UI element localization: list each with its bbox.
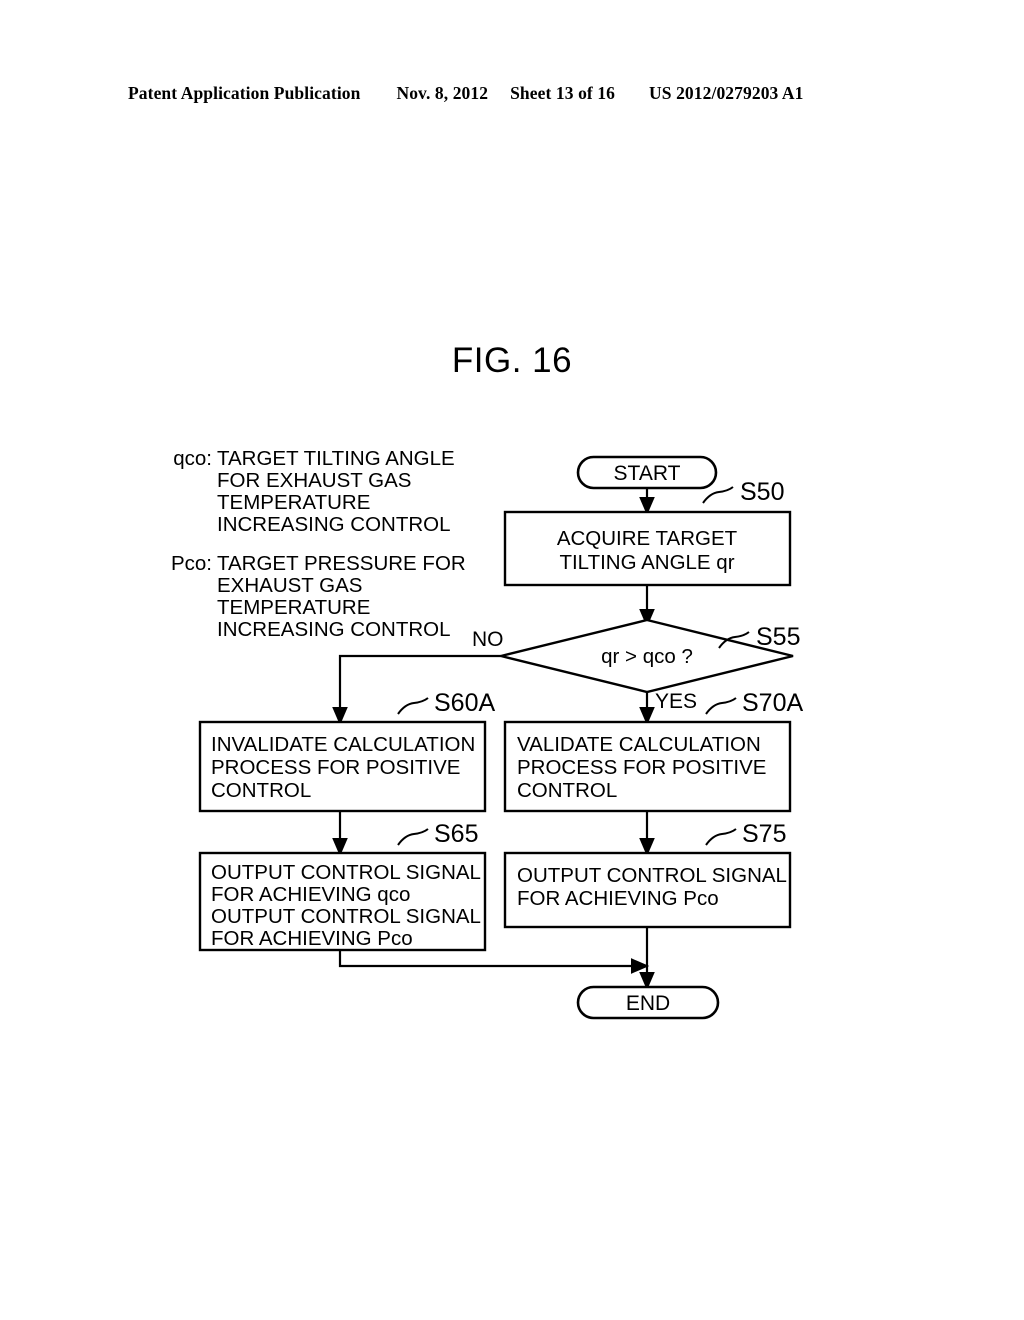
- s70a-leader-line: [705, 697, 737, 715]
- step-label-s55: S55: [756, 623, 800, 651]
- start-label: START: [614, 462, 681, 485]
- s65-leader-line: [397, 828, 429, 846]
- flow-node-s60a[interactable]: INVALIDATE CALCULATION PROCESS FOR POSIT…: [198, 720, 487, 813]
- step-label-s65: S65: [434, 820, 478, 848]
- s75-line-2: FOR ACHIEVING Pco: [517, 887, 719, 910]
- legend-pco-line-3: TEMPERATURE: [217, 596, 370, 619]
- step-label-s60a: S60A: [434, 689, 495, 717]
- s50-line-1: ACQUIRE TARGET: [557, 527, 738, 550]
- legend-entry-pco: Pco: TARGET PRESSURE FOR EXHAUST GAS TEM…: [171, 552, 466, 641]
- legend-entry-qco: qco: TARGET TILTING ANGLE FOR EXHAUST GA…: [173, 447, 454, 536]
- flow-node-s70a[interactable]: VALIDATE CALCULATION PROCESS FOR POSITIV…: [503, 720, 792, 813]
- s65-line-4: FOR ACHIEVING Pco: [211, 927, 413, 950]
- flow-node-s75[interactable]: OUTPUT CONTROL SIGNAL FOR ACHIEVING Pco: [503, 851, 792, 929]
- s50-leader-line: [702, 486, 734, 504]
- connector-s65-merge-to-end: [338, 950, 650, 974]
- s70a-line-1: VALIDATE CALCULATION: [517, 733, 761, 756]
- s60a-line-1: INVALIDATE CALCULATION: [211, 733, 475, 756]
- flow-node-end[interactable]: END: [576, 985, 720, 1020]
- step-label-s50: S50: [740, 478, 784, 506]
- step-label-s50-group: S50: [702, 478, 784, 506]
- step-label-s70a: S70A: [742, 689, 803, 717]
- legend-qco-line-2: FOR EXHAUST GAS: [217, 469, 411, 492]
- legend-qco-line-3: TEMPERATURE: [217, 491, 370, 514]
- flowchart-diagram: qco: TARGET TILTING ANGLE FOR EXHAUST GA…: [171, 447, 803, 1020]
- s75-leader-line: [705, 828, 737, 846]
- s60a-line-2: PROCESS FOR POSITIVE: [211, 756, 460, 779]
- flow-node-s55-decision[interactable]: qr > qco ?: [500, 618, 794, 694]
- s65-line-1: OUTPUT CONTROL SIGNAL: [211, 861, 481, 884]
- legend-pco-line-1: TARGET PRESSURE FOR: [217, 552, 466, 575]
- step-label-s75-group: S75: [705, 820, 786, 848]
- branch-label-no: NO: [472, 628, 504, 651]
- s70a-line-3: CONTROL: [517, 779, 617, 802]
- s55-decision-text: qr > qco ?: [601, 645, 693, 668]
- s50-line-2: TILTING ANGLE qr: [559, 551, 734, 574]
- legend-qco-line-1: TARGET TILTING ANGLE: [217, 447, 455, 470]
- flow-node-s50[interactable]: ACQUIRE TARGET TILTING ANGLE qr: [503, 510, 792, 587]
- s70a-line-2: PROCESS FOR POSITIVE: [517, 756, 766, 779]
- flow-node-s65[interactable]: OUTPUT CONTROL SIGNAL FOR ACHIEVING qco …: [198, 851, 487, 952]
- s75-line-1: OUTPUT CONTROL SIGNAL: [517, 864, 787, 887]
- step-label-s70a-group: S70A: [705, 689, 803, 717]
- branch-label-yes: YES: [655, 690, 697, 713]
- step-label-s75: S75: [742, 820, 786, 848]
- end-label: END: [626, 992, 670, 1015]
- step-label-s60a-group: S60A: [397, 689, 495, 717]
- legend-pco-line-4: INCREASING CONTROL: [217, 618, 451, 641]
- s60a-leader-line: [397, 697, 429, 715]
- legend-block: qco: TARGET TILTING ANGLE FOR EXHAUST GA…: [171, 447, 466, 641]
- legend-key-qco: qco:: [173, 447, 212, 470]
- step-label-s65-group: S65: [397, 820, 478, 848]
- flow-node-start[interactable]: START: [576, 455, 718, 490]
- legend-pco-line-2: EXHAUST GAS: [217, 574, 362, 597]
- s65-line-3: OUTPUT CONTROL SIGNAL: [211, 905, 481, 928]
- legend-qco-line-4: INCREASING CONTROL: [217, 513, 451, 536]
- s65-line-2: FOR ACHIEVING qco: [211, 883, 410, 906]
- s60a-line-3: CONTROL: [211, 779, 311, 802]
- legend-key-pco: Pco:: [171, 552, 212, 575]
